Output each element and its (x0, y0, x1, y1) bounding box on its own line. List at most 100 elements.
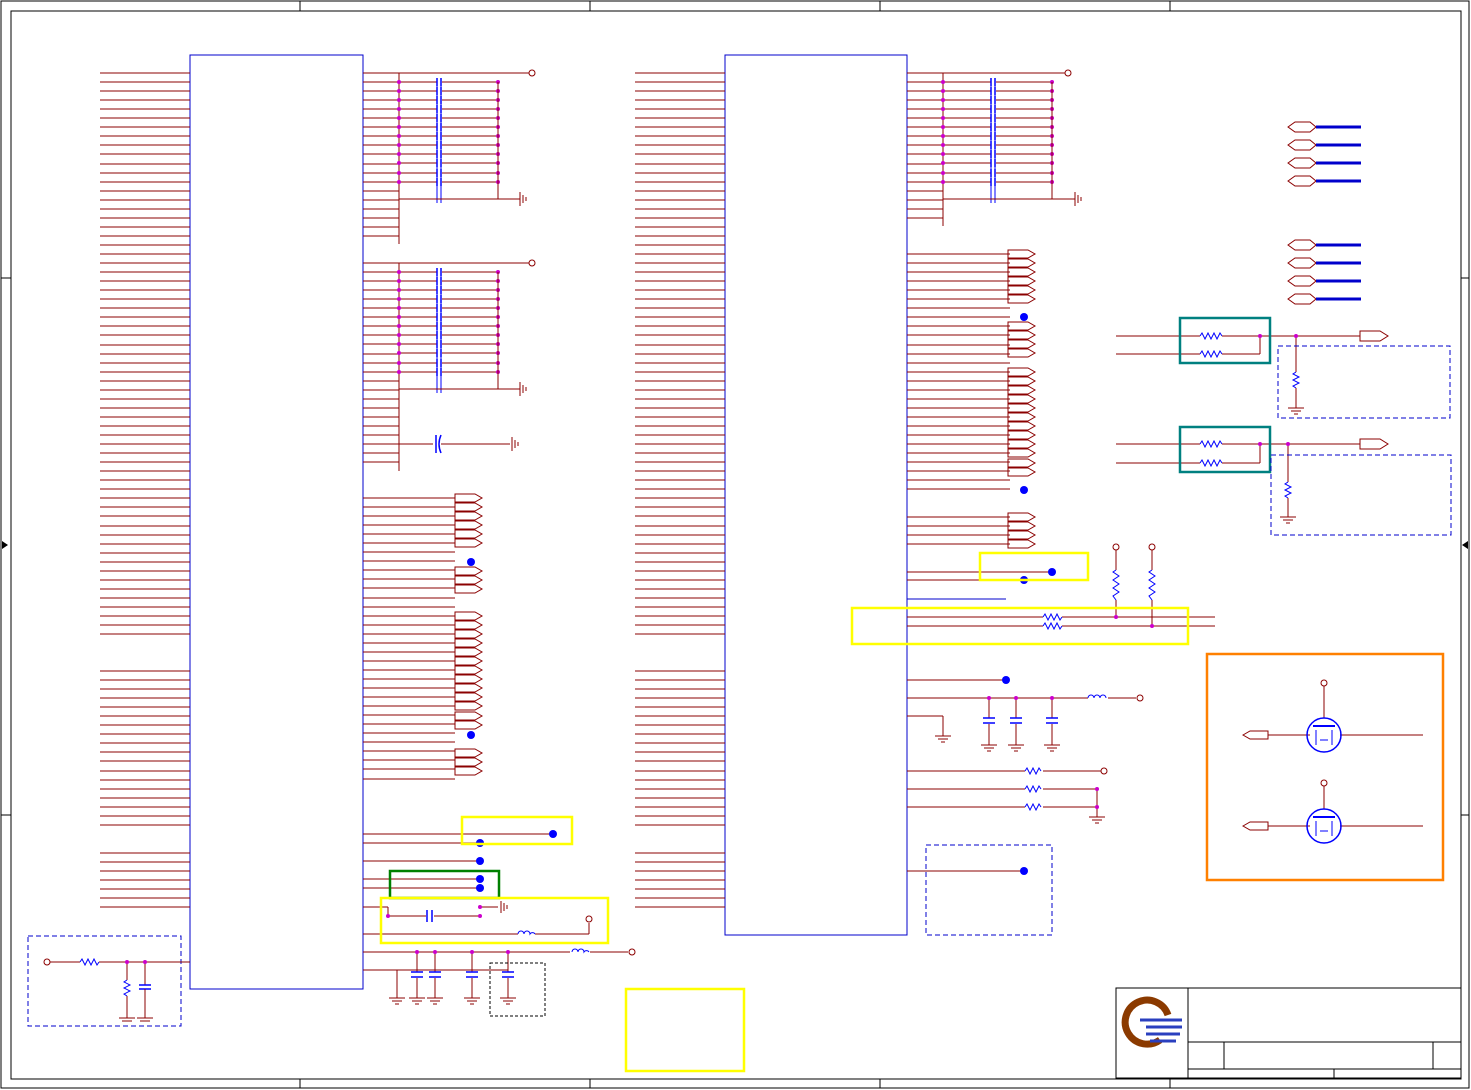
series-resistor-block-1 (1116, 330, 1389, 415)
junction-dot (397, 361, 401, 365)
offpage-port-icon (1287, 239, 1317, 251)
offpage-port-icon (1287, 121, 1317, 133)
offpage-port-icon (454, 493, 484, 503)
offpage-port-icon (454, 629, 484, 639)
junction-dot (941, 143, 945, 147)
offpage-port-icon (1007, 448, 1037, 458)
mosfet-q2 (1241, 779, 1423, 844)
offpage-port-icon (1007, 367, 1037, 377)
offpage-port-icon (454, 766, 484, 776)
junction-dot (397, 180, 401, 184)
offpage-port-icon (1007, 267, 1037, 277)
offpage-port-icon (454, 511, 484, 521)
offpage-port-icon (1007, 421, 1037, 431)
offpage-port-icon (1007, 412, 1037, 422)
offpage-port-group (1287, 121, 1361, 305)
junction-dot (941, 161, 945, 165)
ic-u1-left-pins (100, 72, 190, 908)
offpage-port-icon (1007, 439, 1037, 449)
offpage-port-icon (1007, 348, 1037, 358)
offpage-port-icon (1007, 430, 1037, 440)
junction-dot (397, 125, 401, 129)
frame-arrow-left-icon (2, 541, 8, 549)
offpage-port-icon (1287, 139, 1317, 151)
junction-dot (397, 315, 401, 319)
schematic-sheet (0, 0, 1470, 1089)
offpage-port-icon (1007, 521, 1037, 531)
highlight-box-orange (1205, 652, 1445, 882)
junction-dot (941, 171, 945, 175)
u2-right-caps (983, 717, 1058, 724)
offpage-port-icon (1287, 257, 1317, 269)
ground-symbol-icon (1074, 192, 1082, 206)
offpage-port-icon (1007, 276, 1037, 286)
offpage-port-icon (454, 538, 484, 548)
offpage-port-icon (454, 711, 484, 721)
dashed-box-right-2 (1270, 454, 1452, 536)
junction-dot (941, 180, 945, 184)
mosfet-icon (1306, 717, 1342, 753)
offpage-port-icon (454, 665, 484, 675)
ic-u1-body (189, 54, 364, 990)
junction-dot (397, 306, 401, 310)
decoupling-cap-bank-3 (941, 78, 1082, 206)
ic-u2-body (724, 54, 908, 936)
offpage-port-icon (454, 502, 484, 512)
offpage-port-icon (1007, 512, 1037, 522)
junction-dot (397, 370, 401, 374)
offpage-port-icon (1287, 293, 1317, 305)
offpage-port-icon (454, 692, 484, 702)
junction-dot (397, 324, 401, 328)
offpage-port-icon (1287, 275, 1317, 287)
offpage-port-icon (1007, 385, 1037, 395)
junction-dot (941, 89, 945, 93)
u1-lower-junctions (386, 905, 510, 954)
offpage-port-icon (1007, 467, 1037, 477)
decoupling-cap-bank-2 (397, 268, 527, 396)
mosfet-icon (1306, 808, 1342, 844)
ic-u2-right-pins (907, 72, 1065, 545)
u2-right-nets (907, 550, 1215, 872)
junction-dot (397, 342, 401, 346)
frame-arrow-right-icon (1462, 541, 1468, 549)
junction-dot (397, 134, 401, 138)
junction-dot (397, 171, 401, 175)
highlight-box-yellow-3 (624, 987, 746, 1073)
junction-dot (397, 116, 401, 120)
offpage-port-icon (1007, 376, 1037, 386)
junction-dot (397, 107, 401, 111)
decoupling-cap-bank-1 (397, 78, 527, 206)
offpage-port-icon (1287, 157, 1317, 169)
u1-nc-dots (467, 558, 557, 892)
u2-right-resistors (1024, 569, 1156, 812)
junction-dot (397, 297, 401, 301)
junction-dot (397, 288, 401, 292)
ic-u2-port-connectors (1007, 249, 1037, 549)
junction-dot (397, 161, 401, 165)
ground-symbol-icon (511, 437, 519, 451)
junction-dot (941, 116, 945, 120)
offpage-port-icon (1007, 258, 1037, 268)
junction-dot (397, 98, 401, 102)
series-resistor-block-2 (1116, 438, 1389, 524)
junction-dot (941, 107, 945, 111)
offpage-port-icon (1007, 285, 1037, 295)
junction-dot (397, 333, 401, 337)
bulk-capacitor (363, 434, 510, 454)
junction-dot (397, 270, 401, 274)
offpage-port-icon (454, 720, 484, 730)
dashed-box-right-1 (1277, 345, 1451, 419)
offpage-port-icon (454, 566, 484, 576)
highlight-box-yellow-2 (379, 896, 610, 945)
offpage-port-icon (454, 701, 484, 711)
junction-dot (397, 80, 401, 84)
offpage-port-icon (1007, 539, 1037, 549)
offpage-port-icon (1007, 403, 1037, 413)
junction-dot (941, 80, 945, 84)
offpage-port-icon (1007, 458, 1037, 468)
offpage-port-icon (454, 748, 484, 758)
highlight-box-teal-2 (1178, 425, 1272, 474)
u2-right-grounds (935, 735, 1105, 824)
ic-u2-left-pins (635, 72, 725, 908)
ground-symbol-icon (519, 382, 527, 396)
